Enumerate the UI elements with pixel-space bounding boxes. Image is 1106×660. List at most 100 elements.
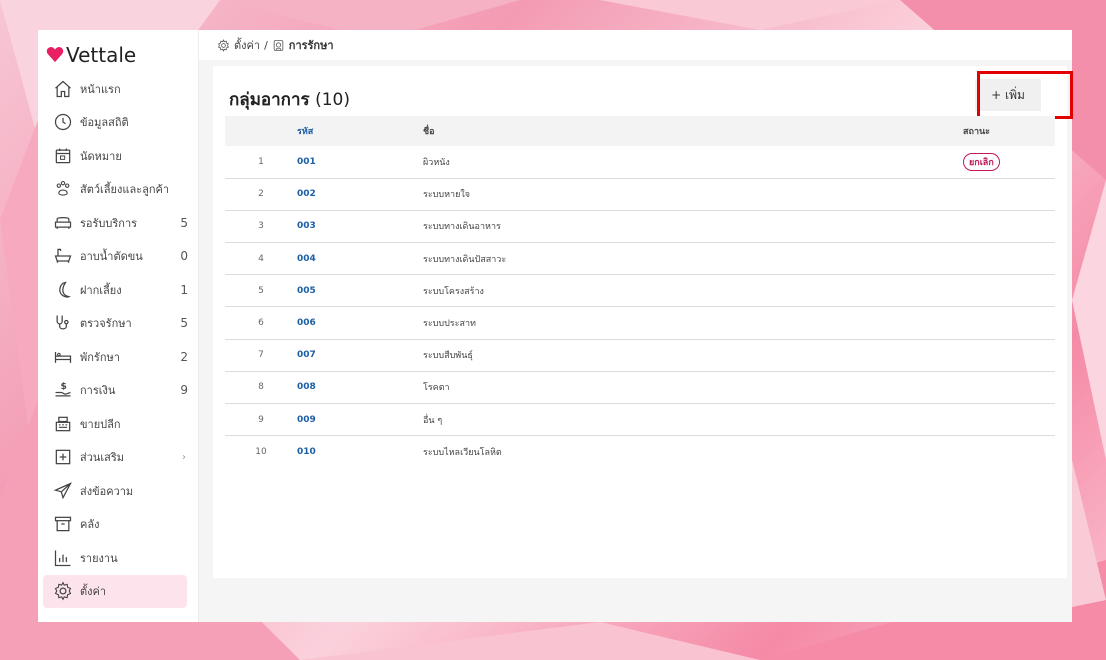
page-title: กลุ่มอาการ (10) [229, 86, 350, 113]
breadcrumb-root[interactable]: ตั้งค่า [234, 36, 260, 54]
row-code[interactable]: 009 [297, 404, 423, 436]
sidebar-item[interactable]: พักรักษา 2 [38, 340, 198, 374]
table-row[interactable]: 3 003 ระบบทางเดินอาหาร [225, 210, 1055, 243]
table-row[interactable]: 4 004 ระบบทางเดินปัสสาวะ [225, 243, 1055, 275]
row-name: อื่น ๆ [423, 415, 443, 426]
row-name: ระบบหายใจ [423, 190, 471, 201]
row-code[interactable]: 003 [297, 210, 423, 242]
paw-icon [52, 178, 74, 200]
calendar-icon [52, 145, 74, 167]
row-name: ระบบทางเดินอาหาร [423, 222, 501, 233]
sidebar-item-label: พักรักษา [80, 350, 120, 364]
symptom-table: รหัส ชื่อ สถานะ 1 001 ผิวหนัง ยกเลิก 2 002 ระบ… [225, 116, 1055, 468]
table-body: 1 001 ผิวหนัง ยกเลิก 2 002 ระบบหายใจ 3 003 ระบบทา… [225, 146, 1055, 468]
cash-register-icon [52, 413, 74, 435]
plus-box-icon [52, 446, 74, 468]
sidebar-item-label: สัตว์เลี้ยงและลูกค้า [80, 183, 170, 197]
row-number: 6 [258, 318, 264, 329]
sidebar-item-label: ตรวจรักษา [80, 317, 132, 331]
money-hand-icon: $ [52, 379, 74, 401]
row-name: ระบบโครงสร้าง [423, 286, 484, 297]
row-name: ระบบประสาท [423, 319, 476, 330]
sidebar-item-count: 5 [180, 316, 188, 331]
row-status [963, 210, 1055, 242]
sidebar-item[interactable]: รอรับบริการ 5 [38, 206, 198, 240]
bathtub-icon [52, 245, 74, 267]
sidebar-item[interactable]: อาบน้ำตัดขน 0 [38, 240, 198, 274]
table-row[interactable]: 10 010 ระบบไหลเวียนโลหิต [225, 436, 1055, 468]
sidebar-item[interactable]: ขายปลีก [38, 407, 198, 441]
sofa-icon [52, 212, 74, 234]
sidebar-item[interactable]: ตั้งค่า [43, 574, 187, 608]
sidebar-item-label: ตั้งค่า [80, 585, 107, 599]
brand-logo[interactable]: Vettale [38, 30, 198, 70]
table-row[interactable]: 2 002 ระบบหายใจ [225, 178, 1055, 211]
status-badge: ยกเลิก [963, 152, 1000, 171]
sidebar-item[interactable]: ข้อมูลสถิติ [38, 106, 198, 140]
sidebar-nav: หน้าแรกข้อมูลสถิตินัดหมายสัตว์เลี้ยงและล… [38, 72, 198, 608]
row-code[interactable]: 005 [297, 275, 423, 307]
sidebar-item-label: ขายปลีก [80, 417, 121, 431]
home-icon [52, 78, 74, 100]
sidebar-item-count: 5 [180, 215, 188, 230]
breadcrumb: ตั้งค่า / การรักษา [199, 30, 1072, 60]
row-name: ระบบทางเดินปัสสาวะ [423, 254, 507, 265]
row-status [963, 178, 1055, 210]
header-status[interactable]: สถานะ [963, 116, 1055, 146]
table-row[interactable]: 5 005 ระบบโครงสร้าง [225, 275, 1055, 307]
table-row[interactable]: 8 008 โรคตา [225, 371, 1055, 404]
row-name: โรคตา [423, 383, 450, 394]
row-code[interactable]: 007 [297, 339, 423, 371]
send-icon [52, 480, 74, 502]
page-title-count: (10) [315, 90, 350, 110]
row-code[interactable]: 006 [297, 307, 423, 339]
row-number: 4 [258, 253, 264, 264]
sidebar-item-label: คลัง [80, 518, 100, 532]
header-code[interactable]: รหัส [297, 116, 423, 146]
sidebar-item-label: ข้อมูลสถิติ [80, 116, 129, 130]
header-no [225, 116, 297, 146]
row-status [963, 307, 1055, 339]
row-number: 8 [258, 382, 264, 393]
sidebar-item-label: ฝากเลี้ยง [80, 283, 122, 297]
row-number: 5 [258, 285, 264, 296]
row-code[interactable]: 002 [297, 178, 423, 210]
sidebar-item[interactable]: ส่งข้อความ [38, 474, 198, 508]
row-code[interactable]: 001 [297, 146, 423, 178]
breadcrumb-separator: / [264, 38, 268, 52]
sidebar-item-count: 9 [180, 383, 188, 398]
table-row[interactable]: 9 009 อื่น ๆ [225, 404, 1055, 436]
gear-icon [52, 580, 74, 602]
sidebar-item[interactable]: ตรวจรักษา 5 [38, 307, 198, 341]
row-code[interactable]: 008 [297, 371, 423, 403]
row-number: 3 [258, 221, 264, 232]
sidebar-item[interactable]: ส่วนเสริม › [38, 441, 198, 475]
sidebar-item[interactable]: หน้าแรก [38, 72, 198, 106]
gear-icon [218, 38, 229, 52]
sidebar-item[interactable]: คลัง [38, 508, 198, 542]
sidebar-item-label: การเงิน [80, 384, 116, 398]
stethoscope-icon [52, 312, 74, 334]
sidebar-item[interactable]: สัตว์เลี้ยงและลูกค้า [38, 173, 198, 207]
archive-icon [52, 513, 74, 535]
table-row[interactable]: 1 001 ผิวหนัง ยกเลิก [225, 146, 1055, 179]
sidebar-item[interactable]: ฝากเลี้ยง 1 [38, 273, 198, 307]
row-number: 9 [258, 414, 264, 425]
row-status [963, 371, 1055, 403]
sidebar-item[interactable]: รายงาน [38, 541, 198, 575]
app-window: Vettale หน้าแรกข้อมูลสถิตินัดหมายสัตว์เล… [38, 30, 1073, 622]
row-status [963, 404, 1055, 436]
table-row[interactable]: 6 006 ระบบประสาท [225, 307, 1055, 340]
header-name[interactable]: ชื่อ [423, 116, 963, 146]
table-row[interactable]: 7 007 ระบบสืบพันธุ์ [225, 339, 1055, 372]
sidebar-item-label: ส่วนเสริม [80, 451, 125, 465]
row-code[interactable]: 004 [297, 243, 423, 275]
highlight-box [977, 71, 1073, 119]
sidebar-item-label: นัดหมาย [80, 149, 122, 163]
sidebar-item[interactable]: $ การเงิน 9 [38, 374, 198, 408]
row-code[interactable]: 010 [297, 436, 423, 468]
sidebar-item-label: หน้าแรก [80, 82, 121, 96]
sidebar-item[interactable]: นัดหมาย [38, 139, 198, 173]
bar-chart-icon [52, 547, 74, 569]
row-status [963, 275, 1055, 307]
